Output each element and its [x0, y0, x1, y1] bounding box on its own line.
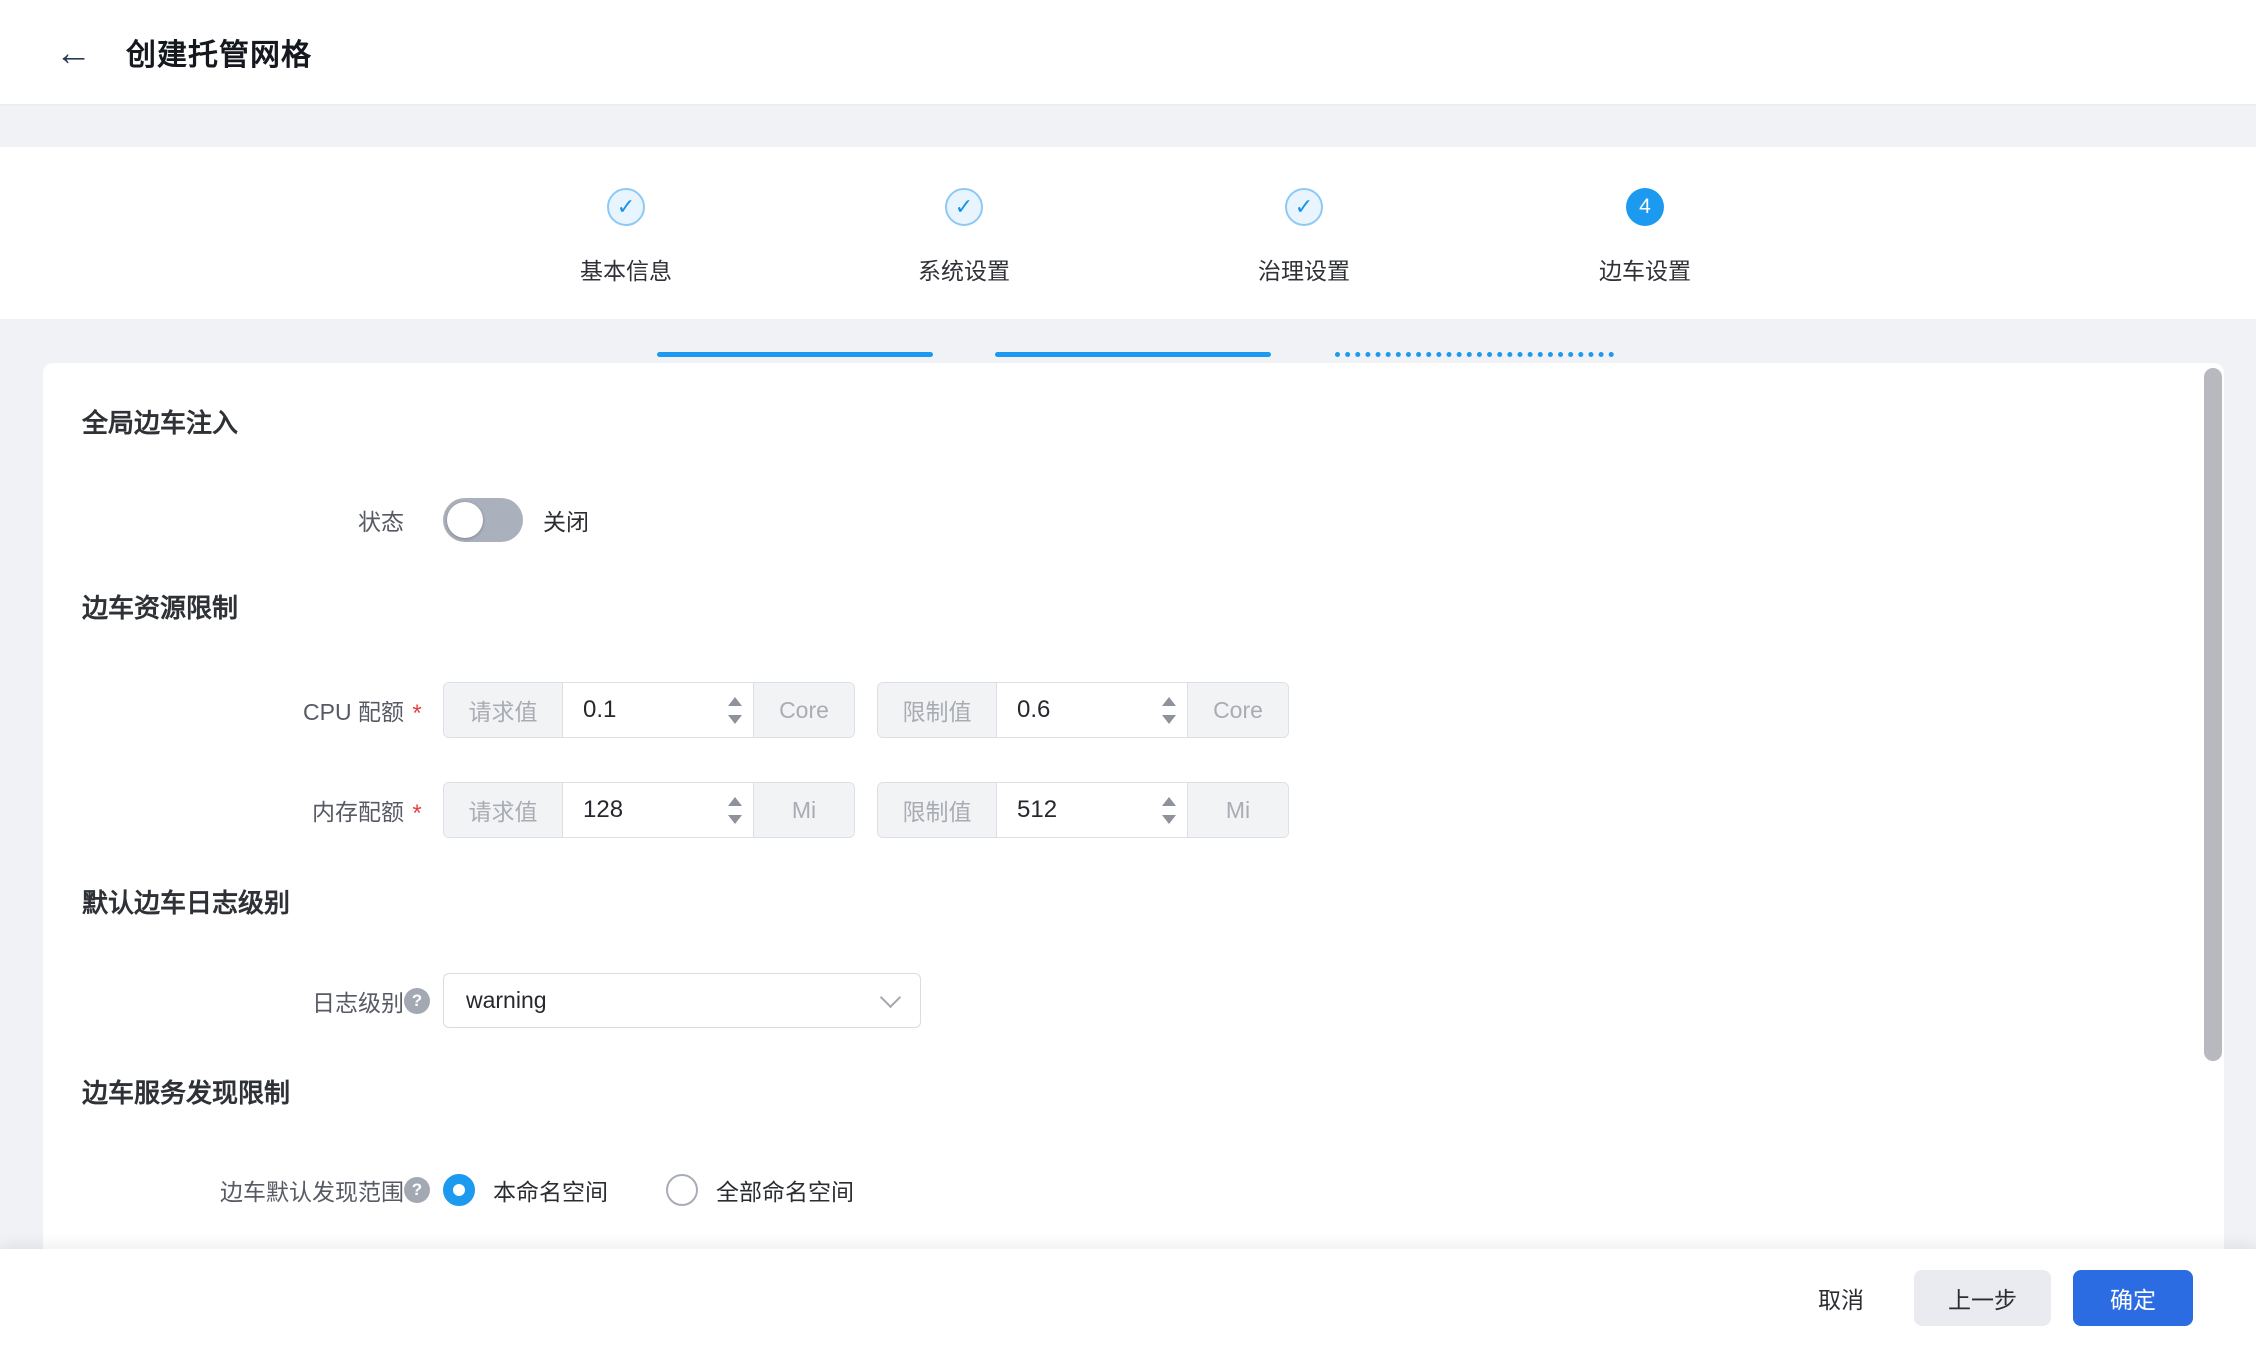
chevron-down-icon: [880, 986, 901, 1007]
cpu-request-input[interactable]: [563, 683, 753, 737]
help-icon[interactable]: ?: [404, 988, 430, 1014]
spin-up-icon[interactable]: [728, 797, 742, 806]
form-card: 全局边车注入 状态 关闭 边车资源限制 CPU 配额 * 请求值: [43, 363, 2224, 1346]
step-completed-check-icon: ✓: [1285, 188, 1323, 226]
memory-request-prefix: 请求值: [444, 783, 563, 837]
form-row-status: 状态 关闭: [43, 498, 2224, 542]
form-row-cpu-quota: CPU 配额 * 请求值 Core 限制值: [43, 682, 2224, 738]
help-icon[interactable]: ?: [404, 1177, 430, 1203]
memory-limit-unit: Mi: [1187, 783, 1288, 837]
step-active-number: 4: [1626, 188, 1664, 226]
step-connector-line: [657, 352, 933, 357]
confirm-button[interactable]: 确定: [2073, 1270, 2193, 1326]
step-connector-dotted-line: [1335, 352, 1614, 357]
spin-down-icon[interactable]: [728, 815, 742, 824]
toggle-knob-icon: [447, 502, 483, 538]
spin-down-icon[interactable]: [1162, 715, 1176, 724]
step-governance-settings[interactable]: ✓ 治理设置: [1194, 147, 1414, 286]
log-level-select[interactable]: warning: [443, 973, 921, 1028]
step-sidecar-settings[interactable]: 4 边车设置: [1535, 147, 1755, 286]
previous-step-button[interactable]: 上一步: [1914, 1270, 2051, 1326]
radio-option-label: 全部命名空间: [716, 1173, 854, 1207]
step-label: 治理设置: [1194, 252, 1414, 286]
memory-limit-input[interactable]: [997, 783, 1187, 837]
spin-up-icon[interactable]: [1162, 797, 1176, 806]
cancel-button[interactable]: 取消: [1790, 1270, 1892, 1326]
cpu-request-group: 请求值 Core: [443, 682, 855, 738]
step-basic-info[interactable]: ✓ 基本信息: [516, 147, 736, 286]
discovery-scope-label: 边车默认发现范围 ?: [43, 1173, 430, 1207]
memory-request-input[interactable]: [563, 783, 753, 837]
memory-request-group: 请求值 Mi: [443, 782, 855, 838]
page-title: 创建托管网格: [126, 30, 312, 74]
form-row-discovery-scope: 边车默认发现范围 ? 本命名空间 全部命名空间: [43, 1174, 2224, 1206]
app-header: ← 创建托管网格: [0, 0, 2256, 104]
radio-unselected-icon: [666, 1174, 698, 1206]
radio-option-all-namespaces[interactable]: 全部命名空间: [666, 1173, 854, 1207]
step-label: 基本信息: [516, 252, 736, 286]
radio-option-label: 本命名空间: [493, 1173, 608, 1207]
radio-selected-icon: [443, 1174, 475, 1206]
section-title-discovery-limits: 边车服务发现限制: [82, 1077, 290, 1109]
footer-action-bar: 取消 上一步 确定: [0, 1249, 2256, 1346]
cpu-request-spinner: [728, 683, 742, 737]
section-title-global-injection: 全局边车注入: [82, 407, 238, 439]
radio-option-current-namespace[interactable]: 本命名空间: [443, 1173, 608, 1207]
status-toggle[interactable]: [443, 498, 523, 542]
log-level-selected-value: warning: [466, 987, 547, 1014]
section-title-resource-limits: 边车资源限制: [82, 592, 238, 624]
section-title-log-level: 默认边车日志级别: [82, 887, 290, 919]
create-managed-mesh-page: ← 创建托管网格 ✓ 基本信息 ✓ 系统设置 ✓ 治理设置 4 边车设置 全局边…: [0, 0, 2256, 1346]
back-arrow-icon: ←: [55, 32, 92, 73]
memory-request-spinner: [728, 783, 742, 837]
step-label: 边车设置: [1535, 252, 1755, 286]
cpu-quota-label: CPU 配额 *: [43, 693, 430, 727]
step-system-settings[interactable]: ✓ 系统设置: [854, 147, 1074, 286]
step-connector-line: [995, 352, 1271, 357]
memory-quota-label: 内存配额 *: [43, 793, 430, 827]
wizard-stepper: ✓ 基本信息 ✓ 系统设置 ✓ 治理设置 4 边车设置: [0, 147, 2256, 319]
cpu-limit-spinner: [1162, 683, 1176, 737]
cpu-request-unit: Core: [753, 683, 854, 737]
spin-up-icon[interactable]: [728, 697, 742, 706]
required-asterisk: *: [412, 694, 421, 726]
memory-limit-prefix: 限制值: [878, 783, 997, 837]
step-completed-check-icon: ✓: [945, 188, 983, 226]
step-label: 系统设置: [854, 252, 1074, 286]
log-level-label: 日志级别 ?: [43, 984, 430, 1018]
form-row-memory-quota: 内存配额 * 请求值 Mi 限制值: [43, 782, 2224, 838]
status-label: 状态: [43, 503, 430, 537]
memory-request-unit: Mi: [753, 783, 854, 837]
spin-up-icon[interactable]: [1162, 697, 1176, 706]
back-button[interactable]: ←: [55, 34, 92, 71]
cpu-limit-group: 限制值 Core: [877, 682, 1289, 738]
cpu-request-prefix: 请求值: [444, 683, 563, 737]
required-asterisk: *: [412, 794, 421, 826]
spin-down-icon[interactable]: [1162, 815, 1176, 824]
label-suffix-slot: [404, 507, 430, 533]
memory-limit-spinner: [1162, 783, 1176, 837]
cpu-limit-unit: Core: [1187, 683, 1288, 737]
status-value-text: 关闭: [543, 503, 589, 537]
cpu-limit-input[interactable]: [997, 683, 1187, 737]
spin-down-icon[interactable]: [728, 715, 742, 724]
scrollbar-thumb[interactable]: [2204, 368, 2222, 1061]
form-row-log-level: 日志级别 ? warning: [43, 973, 2224, 1028]
memory-limit-group: 限制值 Mi: [877, 782, 1289, 838]
step-completed-check-icon: ✓: [607, 188, 645, 226]
cpu-limit-prefix: 限制值: [878, 683, 997, 737]
